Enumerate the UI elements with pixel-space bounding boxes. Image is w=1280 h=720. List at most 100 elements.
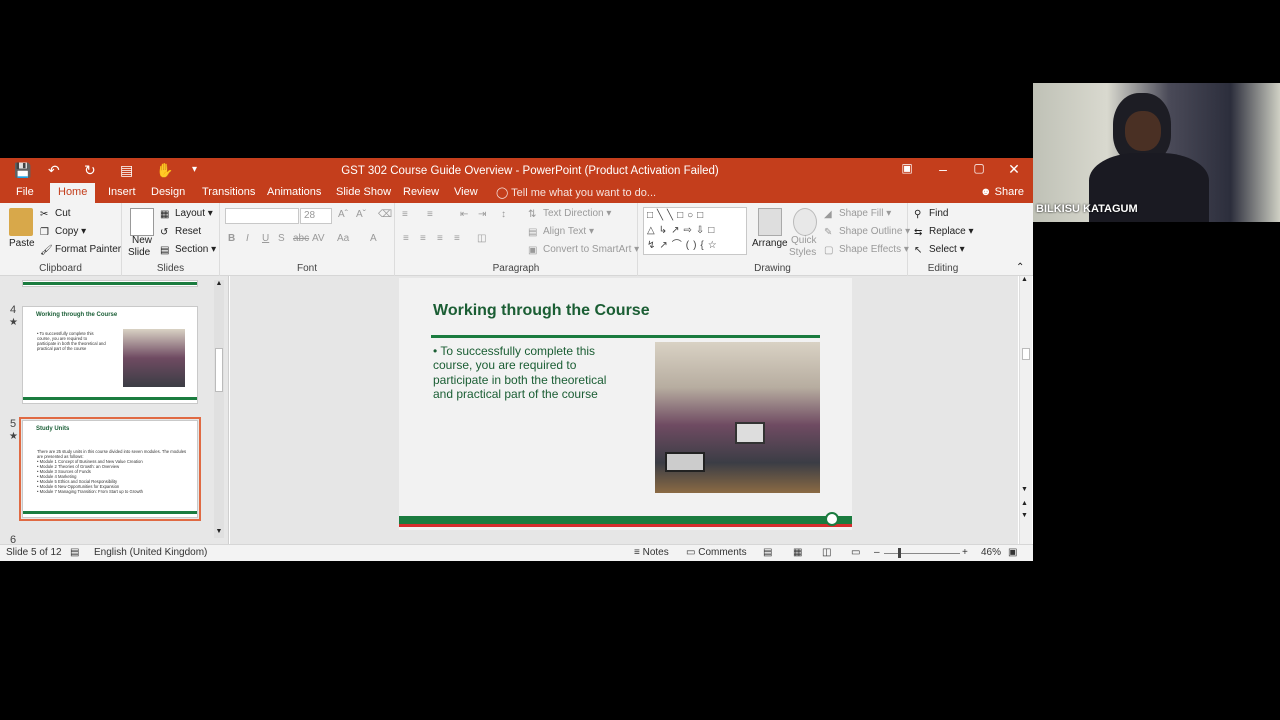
numbering-icon[interactable]: ≡ [427,209,433,220]
columns-icon[interactable]: ◫ [477,233,486,244]
scroll-thumb[interactable] [1022,348,1030,360]
customize-toolbar-icon[interactable]: ▾ [192,162,197,178]
font-color-icon[interactable]: A [370,233,377,244]
copy-button[interactable]: ❐ Copy ▾ [40,226,86,238]
ribbon-display-options-icon[interactable]: ▣ [892,161,922,175]
paste-icon[interactable] [9,208,33,236]
layout-button[interactable]: ▦ Layout ▾ [160,208,213,220]
normal-view-icon[interactable]: ▤ [763,547,772,558]
current-slide[interactable]: Working through the Course • To successf… [399,278,852,530]
minimize-button[interactable]: – [928,161,958,177]
tab-view[interactable]: View [446,183,486,203]
thumbnail-scrollbar[interactable]: ▲ ▼ [214,280,224,538]
shape-outline-button[interactable]: ✎ Shape Outline ▾ [824,226,910,238]
align-left-icon[interactable]: ≡ [403,233,409,244]
align-right-icon[interactable]: ≡ [437,233,443,244]
tab-animations[interactable]: Animations [259,183,329,203]
slide-show-icon[interactable]: ▭ [851,547,860,558]
increase-indent-icon[interactable]: ⇥ [478,209,486,220]
text-direction-button[interactable]: ⇅ Text Direction ▾ [528,208,611,220]
convert-smartart-button[interactable]: ▣ Convert to SmartArt ▾ [528,244,639,256]
start-from-beginning-icon[interactable]: ▤ [120,162,133,178]
tell-me-search[interactable]: ◯ Tell me what you want to do... [496,186,656,199]
zoom-slider[interactable] [884,553,960,554]
shapes-gallery[interactable]: □╲╲□○□ △↳↗⇨⇩□ ↯↗⌒(){☆ [643,207,747,255]
save-icon[interactable]: 💾 [14,162,31,178]
font-size-box[interactable]: 28 [300,208,332,224]
quick-styles-icon[interactable] [793,208,817,236]
reset-button[interactable]: ↺ Reset [160,226,201,238]
new-slide-label-1[interactable]: New [132,235,152,246]
tab-transitions[interactable]: Transitions [194,183,263,203]
grow-font-icon[interactable]: Aˆ [338,209,348,220]
quick-styles-label-2[interactable]: Styles [789,247,816,258]
bold-icon[interactable]: B [228,233,235,244]
classroom-photo[interactable] [655,342,820,493]
previous-slide-icon[interactable]: ▲ [1021,500,1028,507]
change-case-icon[interactable]: Aa [337,233,349,244]
align-center-icon[interactable]: ≡ [420,233,426,244]
redo-icon[interactable]: ↻ [84,162,96,178]
bullets-icon[interactable]: ≡ [402,209,408,220]
new-slide-icon[interactable] [130,208,154,236]
tab-design[interactable]: Design [143,183,193,203]
zoom-in-icon[interactable]: + [962,547,968,558]
justify-icon[interactable]: ≡ [454,233,460,244]
section-button[interactable]: ▤ Section ▾ [160,244,216,256]
reading-view-icon[interactable]: ◫ [822,547,831,558]
undo-icon[interactable]: ↶ [48,162,60,178]
find-button[interactable]: ⚲ Find [914,208,948,220]
comments-button[interactable]: ▭ Comments [686,547,747,558]
strikethrough-icon[interactable]: abc [293,233,309,244]
scroll-up-arrow-icon[interactable]: ▲ [1021,276,1028,283]
decrease-indent-icon[interactable]: ⇤ [460,209,468,220]
slide-title[interactable]: Working through the Course [433,302,650,320]
line-spacing-icon[interactable]: ↕ [501,209,506,220]
slide-sorter-icon[interactable]: ▦ [793,547,802,558]
replace-button[interactable]: ⇆ Replace ▾ [914,226,974,238]
new-slide-label-2[interactable]: Slide [128,247,150,258]
slide-scrollbar[interactable]: ▲ ▼ ▲ ▼ [1019,276,1032,544]
slide-4-thumbnail[interactable]: Working through the Course • To successf… [22,306,198,404]
tab-file[interactable]: File [8,183,42,203]
shadow-icon[interactable]: S [278,233,285,244]
share-button[interactable]: ☻ Share [980,186,1024,198]
touch-mode-icon[interactable]: ✋ [156,162,173,178]
zoom-slider-thumb[interactable] [898,548,901,558]
align-text-button[interactable]: ▤ Align Text ▾ [528,226,594,238]
language-indicator[interactable]: English (United Kingdom) [94,547,207,558]
arrange-icon[interactable] [758,208,782,236]
scroll-thumb[interactable] [215,348,223,392]
font-name-box[interactable] [225,208,299,224]
italic-icon[interactable]: I [246,233,249,244]
zoom-out-icon[interactable]: – [874,547,880,558]
slide-5-thumbnail[interactable]: Study Units There are 25 study units in … [19,417,201,521]
fit-to-window-icon[interactable]: ▣ [1008,547,1017,558]
tab-slide-show[interactable]: Slide Show [328,183,399,203]
slide-body-text[interactable]: • To successfully complete this course, … [433,344,623,402]
underline-icon[interactable]: U [262,233,269,244]
arrange-button[interactable]: Arrange [752,238,788,249]
spell-check-icon[interactable]: ▤ [70,547,79,558]
shape-effects-button[interactable]: ▢ Shape Effects ▾ [824,244,909,256]
next-slide-icon[interactable]: ▼ [1021,512,1028,519]
shrink-font-icon[interactable]: Aˇ [356,209,366,220]
tab-insert[interactable]: Insert [100,183,144,203]
cut-button[interactable]: ✂ Cut [40,208,71,220]
slide-3-thumbnail-partial[interactable] [22,280,198,287]
select-button[interactable]: ↖ Select ▾ [914,244,965,256]
zoom-level[interactable]: 46% [981,547,1001,558]
close-button[interactable]: ✕ [999,161,1029,178]
notes-button[interactable]: ≡ Notes [634,547,669,558]
paste-button[interactable]: Paste [9,238,35,249]
format-painter-button[interactable]: 🖌 Format Painter [40,244,121,256]
maximize-button[interactable]: ▢ [964,161,994,175]
scroll-down-arrow-icon[interactable]: ▼ [1021,486,1028,493]
quick-styles-label-1[interactable]: Quick [791,235,817,246]
scroll-down-arrow-icon[interactable]: ▼ [214,528,224,538]
shape-fill-button[interactable]: ◢ Shape Fill ▾ [824,208,891,220]
scroll-up-arrow-icon[interactable]: ▲ [214,280,224,290]
tab-home[interactable]: Home [50,183,96,203]
collapse-ribbon-icon[interactable]: ⌃ [1016,262,1024,273]
tab-review[interactable]: Review [395,183,447,203]
